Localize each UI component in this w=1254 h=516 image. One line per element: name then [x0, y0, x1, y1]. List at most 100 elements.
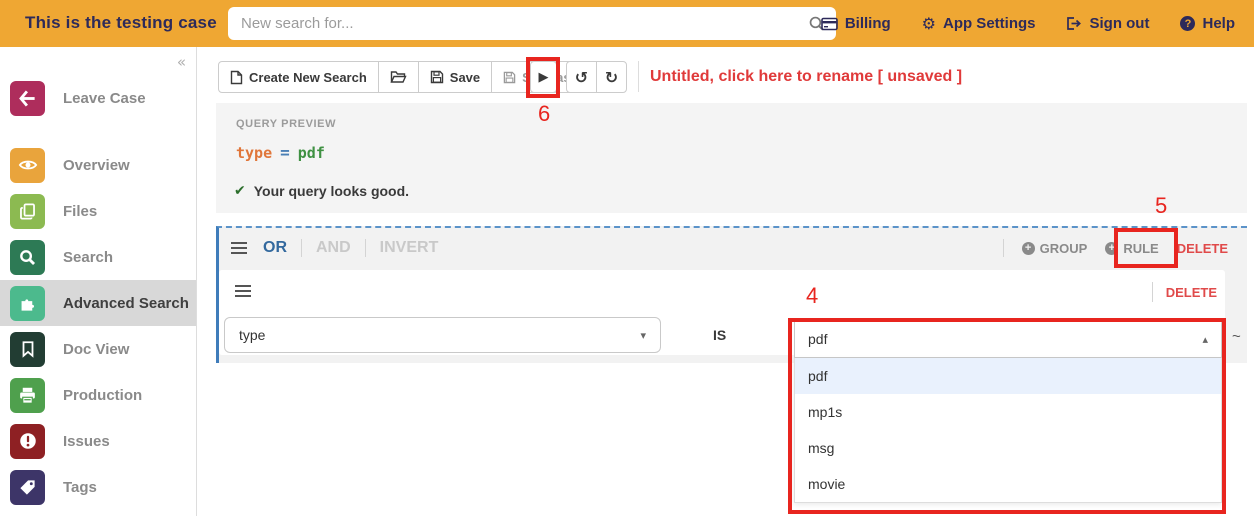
- group-header: OR AND INVERT + GROUP + RULE DELETE: [219, 228, 1247, 268]
- operator-and[interactable]: AND: [316, 239, 351, 257]
- option-movie[interactable]: movie: [795, 466, 1221, 502]
- app-settings-link[interactable]: ⚙ App Settings: [922, 15, 1036, 32]
- query-value: pdf: [298, 144, 325, 162]
- sidebar-item-label: Issues: [63, 433, 110, 450]
- tag-icon: [10, 470, 45, 505]
- printer-icon: [10, 378, 45, 413]
- value-select[interactable]: pdf ▴: [794, 320, 1222, 358]
- delete-rule-button[interactable]: DELETE: [1166, 285, 1217, 300]
- topbar-nav: Billing ⚙ App Settings Sign out ? Help: [821, 0, 1235, 47]
- query-status-message: Your query looks good.: [254, 183, 409, 199]
- option-pdf[interactable]: pdf: [795, 358, 1221, 394]
- query-status: ✔ Your query looks good.: [234, 183, 409, 199]
- sidebar-item-label: Files: [63, 203, 97, 220]
- save-label: Save: [450, 70, 480, 85]
- query-field: type: [236, 144, 272, 162]
- sidebar-item-label: Doc View: [63, 341, 129, 358]
- plus-circle-icon: +: [1105, 242, 1118, 255]
- case-title: This is the testing case: [25, 13, 217, 33]
- sidebar-item-label: Search: [63, 249, 113, 266]
- global-search: [228, 7, 836, 40]
- help-link[interactable]: ? Help: [1180, 15, 1235, 32]
- billing-link[interactable]: Billing: [821, 15, 891, 32]
- field-select[interactable]: type ▾: [224, 317, 661, 353]
- magnifier-icon: [10, 240, 45, 275]
- sidebar-item-label: Production: [63, 387, 142, 404]
- search-rename-title[interactable]: Untitled, click here to rename [ unsaved…: [650, 68, 962, 86]
- sidebar-item-issues[interactable]: Issues: [0, 418, 196, 464]
- billing-icon: [821, 17, 838, 31]
- toolbar-divider: [638, 61, 639, 92]
- query-preview-code: type = pdf: [236, 143, 325, 162]
- undo-icon: ↺: [575, 68, 588, 87]
- add-rule-button[interactable]: + RULE: [1105, 241, 1158, 256]
- sidebar-item-files[interactable]: Files: [0, 188, 196, 234]
- create-new-search-label: Create New Search: [249, 70, 367, 85]
- add-group-button[interactable]: + GROUP: [1022, 241, 1088, 256]
- new-file-icon: [230, 70, 243, 85]
- undo-redo-group: ↺ ↻: [566, 61, 627, 93]
- query-preview-heading: QUERY PREVIEW: [236, 118, 336, 130]
- annotation-step-4: 4: [806, 283, 818, 309]
- redo-icon: ↻: [605, 68, 618, 87]
- group-actions: + GROUP + RULE DELETE: [1003, 239, 1228, 257]
- save-button[interactable]: Save: [418, 61, 492, 93]
- puzzle-icon: [10, 286, 45, 321]
- billing-label: Billing: [845, 15, 891, 32]
- sidebar-item-label: Tags: [63, 479, 97, 496]
- create-new-search-button[interactable]: Create New Search: [218, 61, 379, 93]
- field-select-value: type: [239, 327, 265, 343]
- sidebar-item-overview[interactable]: Overview: [0, 142, 196, 188]
- sidebar-item-doc-view[interactable]: Doc View: [0, 326, 196, 372]
- leave-case-icon: [10, 81, 45, 116]
- topbar: This is the testing case Billing ⚙ App S…: [0, 0, 1254, 47]
- fuzzy-suffix: ~: [1232, 328, 1241, 345]
- query-operator: =: [280, 143, 290, 162]
- run-search-button[interactable]: ▶: [530, 61, 557, 93]
- option-mp1s[interactable]: mp1s: [795, 394, 1221, 430]
- sidebar-item-label: Leave Case: [63, 90, 146, 107]
- undo-button[interactable]: ↺: [566, 61, 597, 93]
- sidebar-item-label: Overview: [63, 157, 130, 174]
- exclamation-circle-icon: [10, 424, 45, 459]
- sidebar-collapse-icon[interactable]: «: [177, 53, 186, 71]
- group-drag-handle-icon[interactable]: [231, 242, 247, 254]
- check-icon: ✔: [234, 183, 246, 199]
- operator-invert[interactable]: INVERT: [380, 239, 439, 257]
- sidebar-item-advanced-search[interactable]: Advanced Search: [0, 280, 196, 326]
- value-dropdown: pdf ▴ pdf mp1s msg movie: [794, 320, 1222, 503]
- folder-open-icon: [390, 70, 407, 84]
- sidebar-item-label: Advanced Search: [63, 295, 189, 312]
- sidebar-item-search[interactable]: Search: [0, 234, 196, 280]
- app-settings-label: App Settings: [943, 15, 1036, 32]
- app-settings-icon: ⚙: [922, 16, 936, 32]
- help-label: Help: [1202, 15, 1235, 32]
- save-as-icon: [503, 71, 516, 84]
- add-rule-label: RULE: [1123, 241, 1158, 256]
- main-content: Create New Search Save Save as... ▶ ↺ ↻ …: [198, 47, 1254, 516]
- sidebar-item-tags[interactable]: Tags: [0, 464, 196, 510]
- operator-or[interactable]: OR: [263, 239, 287, 257]
- value-options-menu: pdf mp1s msg movie: [794, 358, 1222, 503]
- value-select-value: pdf: [808, 331, 827, 347]
- option-msg[interactable]: msg: [795, 430, 1221, 466]
- rule-operator-label: IS: [713, 327, 726, 343]
- query-preview-panel: QUERY PREVIEW type = pdf ✔ Your query look…: [216, 103, 1247, 213]
- redo-button[interactable]: ↻: [596, 61, 627, 93]
- sidebar-item-production[interactable]: Production: [0, 372, 196, 418]
- delete-group-button[interactable]: DELETE: [1177, 241, 1228, 256]
- chevron-down-icon: ▾: [640, 329, 646, 342]
- annotation-step-6: 6: [538, 101, 550, 127]
- sidebar-gap: [0, 121, 196, 142]
- rule-drag-handle-icon[interactable]: [235, 285, 251, 297]
- eye-icon: [10, 148, 45, 183]
- rule-delete-divider: [1152, 282, 1153, 302]
- sidebar-item-leave-case[interactable]: Leave Case: [0, 75, 196, 121]
- bookmark-icon: [10, 332, 45, 367]
- sign-out-link[interactable]: Sign out: [1066, 15, 1149, 32]
- operator-divider: [301, 239, 302, 257]
- play-icon: ▶: [539, 70, 549, 85]
- open-search-button[interactable]: [378, 61, 419, 93]
- search-input[interactable]: [228, 7, 836, 40]
- help-icon: ?: [1180, 16, 1195, 31]
